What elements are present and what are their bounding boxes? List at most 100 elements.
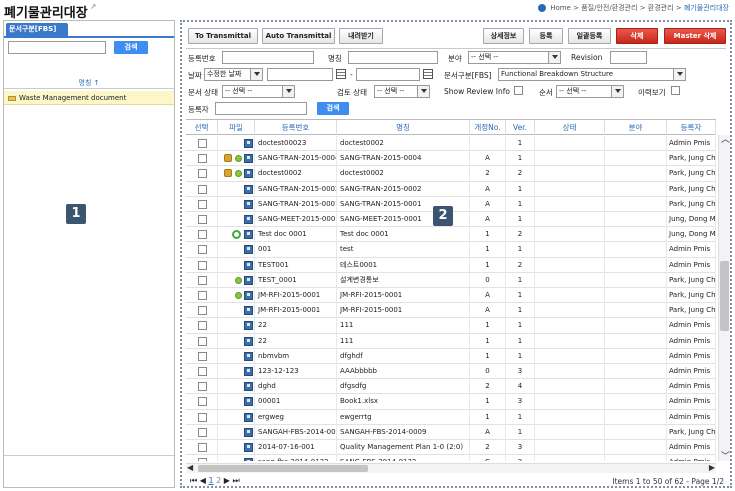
table-row[interactable]: 22 111 1 1 Admin Pmis	[186, 333, 716, 349]
table-row[interactable]: TEST001 테스트0001 1 2 Admin Pmis	[186, 257, 716, 273]
tree-column-header[interactable]: 명칭 ↑	[4, 78, 174, 89]
table-row[interactable]: ergweg ewgerrtg 1 1 Admin Pmis	[186, 409, 716, 425]
file-icon[interactable]	[244, 215, 253, 224]
cell-name[interactable]: 111	[337, 333, 470, 349]
first-page-icon[interactable]: ⏮	[190, 476, 197, 485]
external-link-icon[interactable]: ↗	[90, 2, 97, 11]
file-icon[interactable]	[244, 382, 253, 392]
row-checkbox[interactable]	[198, 230, 207, 240]
row-checkbox[interactable]	[198, 169, 207, 179]
field-select[interactable]: -- 선택 --	[468, 51, 561, 64]
tree-search-button[interactable]: 검색	[114, 41, 148, 54]
search-button[interactable]: 검색	[317, 102, 349, 115]
cell-reg-no[interactable]: 123-12-123	[255, 364, 337, 379]
file-icon[interactable]	[244, 351, 253, 361]
cell-name[interactable]: SANG-TRAN-2015-0002	[337, 181, 470, 197]
col-file[interactable]: 파일	[218, 120, 255, 135]
row-checkbox[interactable]	[198, 215, 207, 224]
chevron-up-icon[interactable]: ︿	[721, 132, 730, 145]
table-row[interactable]: 00001 Book1.xlsx 1 3 Admin Pmis	[186, 394, 716, 410]
row-checkbox[interactable]	[198, 443, 207, 452]
file-icon[interactable]	[244, 245, 253, 255]
file-icon[interactable]	[244, 427, 253, 437]
cell-name[interactable]: test	[337, 242, 470, 258]
col-revision[interactable]: 개정No.	[470, 120, 506, 135]
home-icon[interactable]	[537, 4, 546, 12]
cell-name[interactable]: AAAbbbbb	[337, 364, 470, 379]
download-button[interactable]: 내려받기	[339, 28, 383, 44]
col-name[interactable]: 명칭	[337, 120, 470, 135]
cell-reg-no[interactable]: 22	[255, 318, 337, 334]
table-row[interactable]: JM-RFI-2015-0001 JM-RFI-2015-0001 A 1 Park, …	[186, 288, 716, 304]
page-2-link[interactable]: 2	[216, 476, 221, 485]
cell-name[interactable]: dfgsdfg	[337, 379, 470, 395]
cell-name[interactable]: 설계변경통보	[337, 272, 470, 288]
file-icon[interactable]	[244, 184, 253, 194]
scroll-right-icon[interactable]: ▶	[709, 463, 715, 472]
doc-status-select[interactable]: -- 선택 --	[222, 85, 295, 98]
cell-name[interactable]: Test doc 0001	[337, 227, 470, 243]
file-icon[interactable]	[244, 139, 253, 148]
breadcrumb-path1[interactable]: 품질/안전/환경관리	[581, 4, 637, 12]
cell-reg-no[interactable]: 00001	[255, 394, 337, 410]
bulk-register-button[interactable]: 일괄등록	[568, 28, 611, 44]
date-from-input[interactable]	[267, 68, 333, 81]
row-checkbox[interactable]	[198, 291, 207, 300]
detail-info-button[interactable]: 상세정보	[483, 28, 524, 44]
breadcrumb-home[interactable]: Home	[550, 4, 571, 12]
auto-transmittal-button[interactable]: Auto Transmittal	[262, 28, 335, 44]
review-status-select[interactable]: -- 선택 --	[374, 85, 430, 98]
doc-class-select[interactable]: Functional Breakdown Structure	[498, 68, 686, 81]
cell-reg-no[interactable]: SANG-TRAN-2015-0004	[255, 151, 337, 167]
row-checkbox[interactable]	[198, 458, 207, 461]
cell-name[interactable]: Book1.xlsx	[337, 394, 470, 410]
row-checkbox[interactable]	[198, 382, 207, 392]
row-checkbox[interactable]	[198, 184, 207, 194]
tree-search-input[interactable]	[8, 41, 106, 54]
cell-reg-no[interactable]: SANG-MEET-2015-0001	[255, 212, 337, 227]
order-select[interactable]: -- 선택 --	[556, 85, 624, 98]
file-icon[interactable]	[244, 199, 253, 209]
cell-reg-no[interactable]: dghd	[255, 379, 337, 395]
table-row[interactable]: Test doc 0001 Test doc 0001 1 2 Jung, Dong M	[186, 227, 716, 243]
cell-reg-no[interactable]: JM-RFI-2015-0001	[255, 288, 337, 303]
cell-reg-no[interactable]: SANG-TRAN-2015-0002	[255, 181, 337, 197]
master-delete-button[interactable]: Master 삭제	[664, 28, 726, 44]
tab-doc-class[interactable]: 문서구분[FBS]	[6, 23, 68, 36]
cell-reg-no[interactable]: Test doc 0001	[255, 227, 337, 243]
register-button[interactable]: 등록	[529, 28, 563, 44]
cell-reg-no[interactable]: TEST001	[255, 257, 337, 273]
cell-name[interactable]: Quality Management Plan 1-0 (2:0)	[337, 440, 470, 455]
file-icon[interactable]	[244, 260, 253, 270]
cell-name[interactable]: SANG-TRAN-2015-0004	[337, 151, 470, 167]
col-registrant[interactable]: 등록자	[667, 120, 716, 135]
cell-name[interactable]: doctest0002	[337, 136, 470, 151]
table-row[interactable]: sang-fbs-2014-0132SANG-FBS-2014-0132C3 Ad…	[186, 455, 716, 461]
row-checkbox[interactable]	[198, 139, 207, 148]
next-page-icon[interactable]: ▶	[224, 476, 230, 485]
row-checkbox[interactable]	[198, 427, 207, 437]
row-checkbox[interactable]	[198, 199, 207, 209]
revision-input[interactable]	[610, 51, 647, 64]
cell-name[interactable]: JM-RFI-2015-0001	[337, 288, 470, 303]
row-checkbox[interactable]	[198, 367, 207, 376]
file-icon[interactable]	[244, 367, 253, 376]
file-icon[interactable]	[244, 154, 253, 164]
row-checkbox[interactable]	[198, 351, 207, 361]
cell-reg-no[interactable]: doctest0002	[255, 166, 337, 182]
file-icon[interactable]	[244, 230, 253, 240]
cell-name[interactable]: ewgerrtg	[337, 409, 470, 425]
row-checkbox[interactable]	[198, 412, 207, 422]
cell-reg-no[interactable]: nbmvbm	[255, 348, 337, 364]
cell-reg-no[interactable]: 001	[255, 242, 337, 258]
col-field[interactable]: 분야	[605, 120, 667, 135]
cell-name[interactable]: 테스트0001	[337, 257, 470, 273]
cell-reg-no[interactable]: SANGAH-FBS-2014-0009	[255, 424, 337, 440]
col-select[interactable]: 선택	[186, 120, 218, 135]
tree-item[interactable]: Waste Management document	[4, 91, 174, 105]
row-checkbox[interactable]	[198, 397, 207, 407]
file-icon[interactable]	[244, 306, 253, 316]
cell-name[interactable]: JM-RFI-2015-0001	[337, 303, 470, 319]
table-row[interactable]: doctest00023 doctest0002 1 Admin Pmis	[186, 136, 716, 152]
to-transmittal-button[interactable]: To Transmittal	[188, 28, 258, 44]
